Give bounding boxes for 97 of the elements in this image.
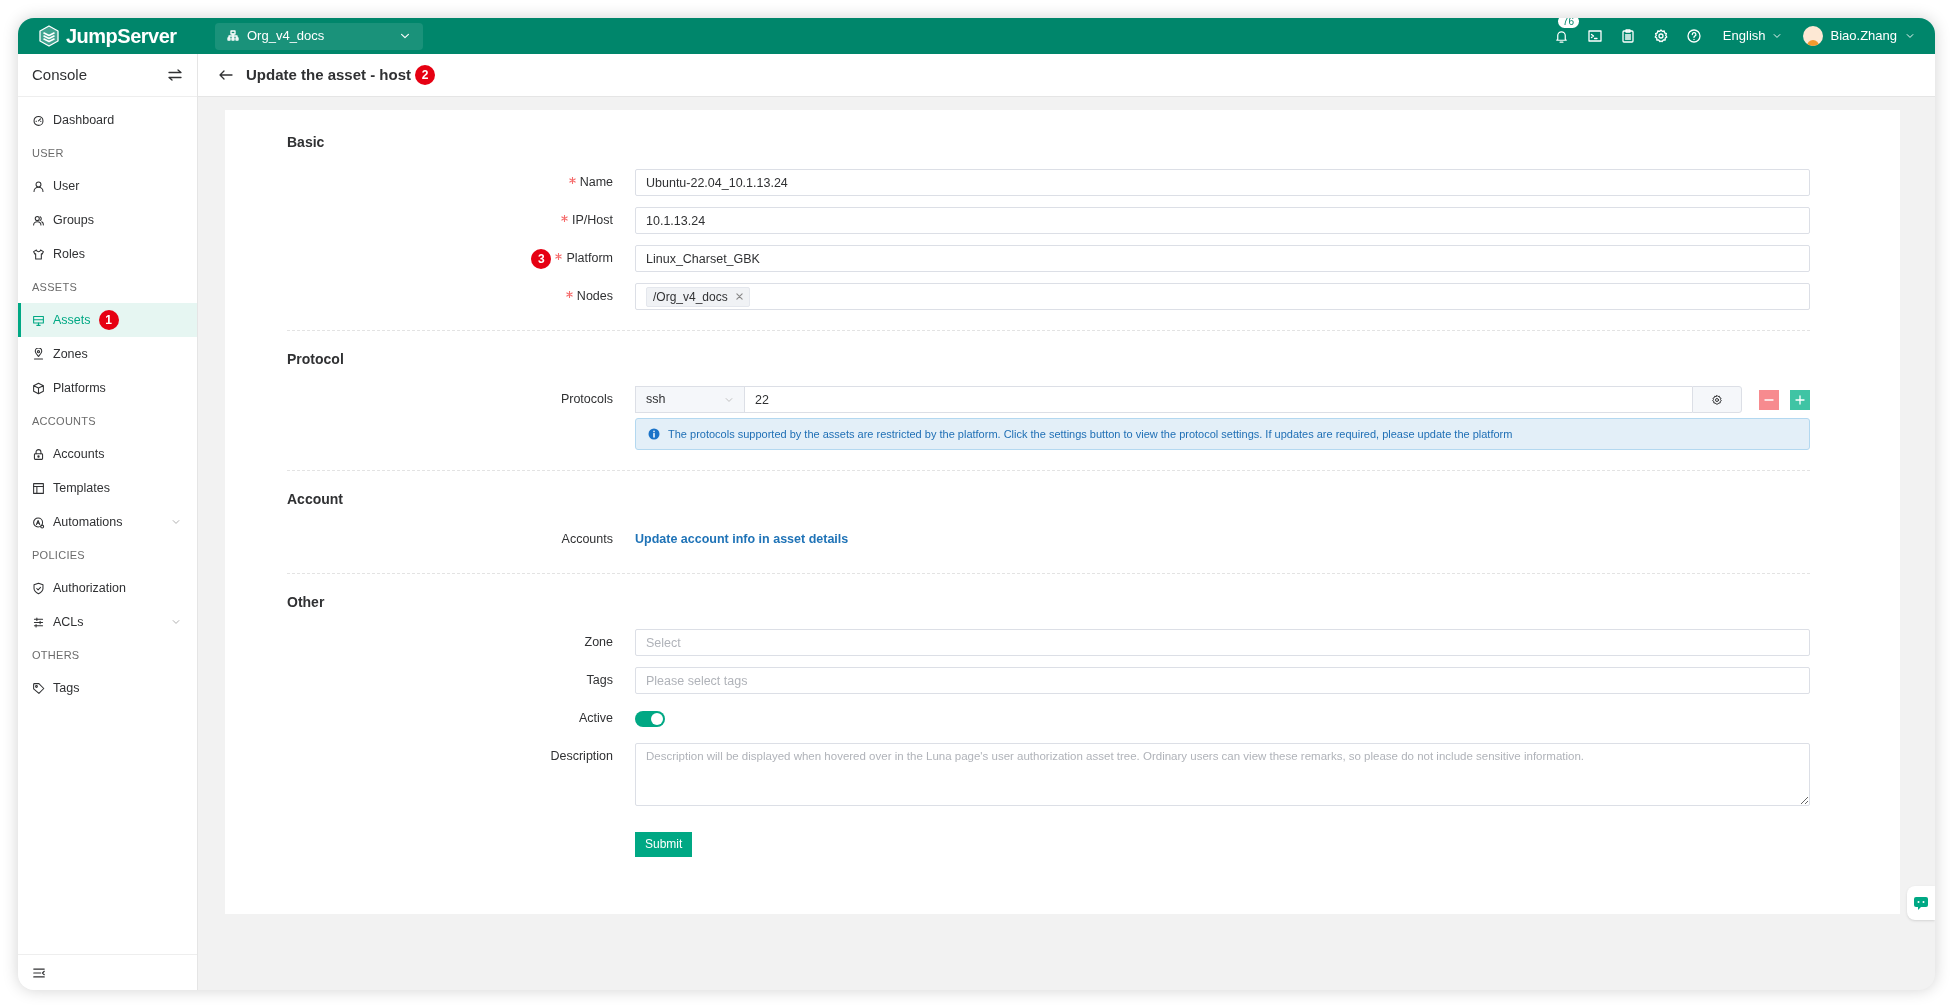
chat-button[interactable]: [1907, 886, 1935, 920]
switch-view-button[interactable]: [167, 67, 183, 83]
info-message: The protocols supported by the assets are restricted by the platform. Click the settings button to view the protocol settings. If updates are required, please update the platform: [668, 426, 1513, 442]
field-label: IP/Host: [572, 212, 613, 230]
section-title: Account: [287, 490, 344, 509]
sidebar-item[interactable]: Platforms: [18, 371, 197, 405]
sidebar-item[interactable]: Dashboard: [18, 103, 197, 137]
chevron-down-icon: [1771, 31, 1782, 41]
text-input[interactable]: Ubuntu-22.04_10.1.13.24: [635, 169, 1810, 196]
logo-icon: [38, 25, 60, 47]
notification-count: 76: [1557, 18, 1579, 28]
users-icon: [32, 213, 45, 227]
sidebar-item[interactable]: Zones: [18, 337, 197, 371]
section-label: ASSETS: [32, 279, 78, 295]
language-selector[interactable]: English: [1722, 26, 1782, 46]
sidebar-item[interactable]: Accounts: [18, 437, 197, 471]
field-label: Description: [550, 748, 613, 766]
text-input[interactable]: 10.1.13.24: [635, 207, 1810, 234]
field-label: Tags: [586, 672, 613, 690]
location-pin-icon: [32, 347, 45, 361]
plus-icon: [1795, 394, 1805, 405]
close-icon: [735, 293, 743, 300]
sidebar-item[interactable]: Groups: [18, 203, 197, 237]
field-label: Zone: [584, 634, 613, 652]
monitor-icon: [32, 313, 45, 327]
sidebar-item[interactable]: Assets 1: [18, 303, 197, 337]
protocol-settings-button[interactable]: [1692, 386, 1742, 413]
section-label: ACCOUNTS: [32, 413, 96, 429]
tag-icon: [32, 681, 45, 695]
protocol-select[interactable]: ssh: [635, 386, 745, 413]
sidebar-item[interactable]: Roles: [18, 237, 197, 271]
sidebar-item[interactable]: Automations: [18, 505, 197, 539]
cube-icon: [32, 381, 45, 395]
sidebar-item[interactable]: ACLs: [18, 605, 197, 639]
account-details-link[interactable]: Update account info in asset details: [635, 526, 849, 553]
section-label: USER: [32, 145, 64, 161]
select-field[interactable]: Select: [635, 629, 1810, 656]
sidebar-item[interactable]: Authorization: [18, 571, 197, 605]
terminal-icon: [1586, 28, 1603, 44]
field-label: Protocols: [560, 391, 613, 409]
org-selector[interactable]: Org_v4_docs: [215, 22, 423, 50]
avatar: [1802, 26, 1823, 46]
info-icon: [648, 428, 660, 440]
active-toggle[interactable]: [635, 710, 665, 727]
node-tag: /Org_v4_docs: [646, 286, 750, 307]
settings-icon: [1711, 393, 1723, 406]
sliders-icon: [32, 615, 45, 629]
remove-protocol-button[interactable]: [1759, 389, 1779, 410]
port-input[interactable]: 22: [745, 386, 1692, 413]
field-label: Nodes: [576, 288, 613, 306]
chevron-down-icon: [171, 617, 181, 627]
user-menu[interactable]: Biao.Zhang: [1802, 26, 1915, 46]
section-title: Other: [287, 593, 326, 612]
field-label: Active: [578, 710, 613, 728]
section-label: OTHERS: [32, 647, 80, 663]
section-label: POLICIES: [32, 547, 85, 563]
chevron-down-icon: [1905, 31, 1915, 41]
layout-icon: [32, 481, 45, 495]
chat-icon: [1913, 895, 1929, 911]
tag-select-field[interactable]: /Org_v4_docs: [635, 283, 1810, 310]
console-title: Console: [32, 64, 88, 85]
sidebar-item[interactable]: Templates: [18, 471, 197, 505]
automation-icon: [32, 515, 45, 529]
user-icon: [32, 179, 45, 193]
help-icon: [1685, 28, 1702, 44]
text-input[interactable]: Linux_Charset_GBK: [635, 245, 1810, 272]
collapse-menu-button[interactable]: [32, 965, 46, 980]
sidebar-item[interactable]: User: [18, 169, 197, 203]
shield-icon: [32, 581, 45, 595]
select-field[interactable]: Please select tags: [635, 667, 1810, 694]
help-button[interactable]: [1685, 28, 1702, 44]
dashboard-icon: [32, 113, 45, 127]
field-label: Accounts: [561, 531, 613, 549]
tickets-button[interactable]: [1619, 28, 1636, 44]
bell-icon: [1554, 28, 1570, 44]
lock-icon: [32, 447, 45, 461]
field-label: Platform: [566, 250, 613, 268]
section-title: Basic: [287, 133, 326, 152]
brand-name: JumpServer: [66, 24, 177, 49]
settings-icon: [1652, 28, 1669, 44]
section-title: Protocol: [287, 350, 345, 369]
sidebar-item[interactable]: Tags: [18, 671, 197, 705]
step-marker: 2: [415, 65, 436, 85]
clipboard-icon: [1619, 28, 1636, 44]
field-label: Name: [579, 174, 613, 192]
description-field[interactable]: Description will be displayed when hovered over in the Luna page's user authorization asset tree. Ordinary users can view these remarks, so please do not include sensitive information.: [635, 743, 1810, 806]
settings-button[interactable]: [1652, 28, 1669, 44]
page-title: Update the asset - host: [246, 64, 412, 85]
shirt-icon: [32, 247, 45, 261]
terminal-button[interactable]: [1586, 28, 1603, 44]
chevron-down-icon: [171, 517, 181, 527]
swap-arrows-icon: [167, 67, 183, 83]
add-protocol-button[interactable]: [1790, 389, 1810, 410]
step-marker: 1: [98, 310, 119, 330]
step-marker: 3: [531, 248, 552, 269]
menu-icon: [32, 965, 46, 980]
hierarchy-icon: [227, 30, 239, 42]
